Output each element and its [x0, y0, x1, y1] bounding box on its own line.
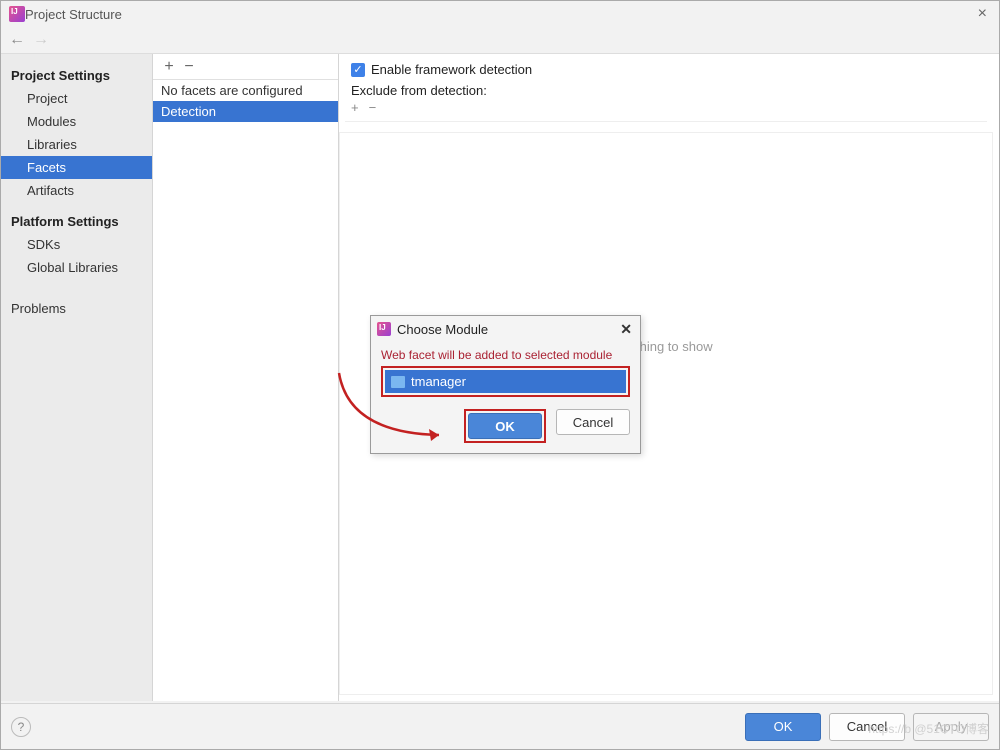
- module-item-label: tmanager: [411, 374, 466, 389]
- facets-toolbar: + −: [153, 54, 338, 80]
- dialog-title: Choose Module: [397, 322, 618, 337]
- sidebar-item-libraries[interactable]: Libraries: [1, 133, 152, 156]
- detection-options: ✓ Enable framework detection Exclude fro…: [339, 54, 999, 130]
- facets-empty-label: No facets are configured: [153, 80, 338, 101]
- sidebar-heading-platform: Platform Settings: [1, 210, 152, 233]
- sidebar-item-facets[interactable]: Facets: [1, 156, 152, 179]
- help-button[interactable]: ?: [11, 717, 31, 737]
- footer-apply-button: Apply: [913, 713, 989, 741]
- sidebar-item-sdks[interactable]: SDKs: [1, 233, 152, 256]
- enable-detection-label: Enable framework detection: [371, 62, 532, 77]
- checkbox-checked-icon[interactable]: ✓: [351, 63, 365, 77]
- dialog-ok-button[interactable]: OK: [468, 413, 542, 439]
- sidebar-item-artifacts[interactable]: Artifacts: [1, 179, 152, 202]
- ok-annotation: OK: [464, 409, 546, 443]
- enable-detection-row[interactable]: ✓ Enable framework detection: [351, 62, 987, 77]
- dialog-buttons: OK Cancel: [381, 409, 630, 443]
- exclude-remove-icon: −: [369, 100, 377, 115]
- add-facet-icon[interactable]: +: [159, 58, 179, 76]
- dialog-cancel-button[interactable]: Cancel: [556, 409, 630, 435]
- app-icon: [9, 6, 25, 22]
- module-folder-icon: [391, 376, 405, 388]
- window-title: Project Structure: [25, 7, 974, 22]
- sidebar-item-global-libraries[interactable]: Global Libraries: [1, 256, 152, 279]
- footer: ? OK Cancel Apply: [1, 703, 999, 749]
- footer-cancel-button[interactable]: Cancel: [829, 713, 905, 741]
- exclude-toolbar: + −: [345, 98, 987, 122]
- facets-column: + − No facets are configured Detection: [153, 54, 339, 701]
- module-item-tmanager[interactable]: tmanager: [385, 370, 626, 393]
- titlebar: Project Structure ×: [1, 1, 999, 27]
- remove-facet-icon[interactable]: −: [179, 58, 199, 76]
- dialog-app-icon: [377, 322, 391, 336]
- choose-module-dialog: Choose Module ✕ Web facet will be added …: [370, 315, 641, 454]
- sidebar: Project Settings Project Modules Librari…: [1, 54, 153, 701]
- sidebar-item-problems[interactable]: Problems: [1, 297, 152, 320]
- dialog-close-icon[interactable]: ✕: [618, 321, 634, 338]
- dialog-body: Web facet will be added to selected modu…: [371, 342, 640, 453]
- dialog-description: Web facet will be added to selected modu…: [381, 348, 630, 362]
- facets-detection-item[interactable]: Detection: [153, 101, 338, 122]
- sidebar-item-modules[interactable]: Modules: [1, 110, 152, 133]
- window-close-icon[interactable]: ×: [974, 5, 991, 23]
- exclude-add-icon[interactable]: +: [351, 100, 359, 115]
- nav-back-icon[interactable]: ←: [9, 31, 25, 49]
- nav-forward-icon: →: [33, 31, 49, 49]
- module-list-annotation: tmanager: [381, 366, 630, 397]
- dialog-titlebar: Choose Module ✕: [371, 316, 640, 342]
- sidebar-heading-project: Project Settings: [1, 64, 152, 87]
- exclude-label: Exclude from detection:: [351, 83, 987, 98]
- nav-row: ← →: [1, 27, 999, 53]
- sidebar-item-project[interactable]: Project: [1, 87, 152, 110]
- footer-ok-button[interactable]: OK: [745, 713, 821, 741]
